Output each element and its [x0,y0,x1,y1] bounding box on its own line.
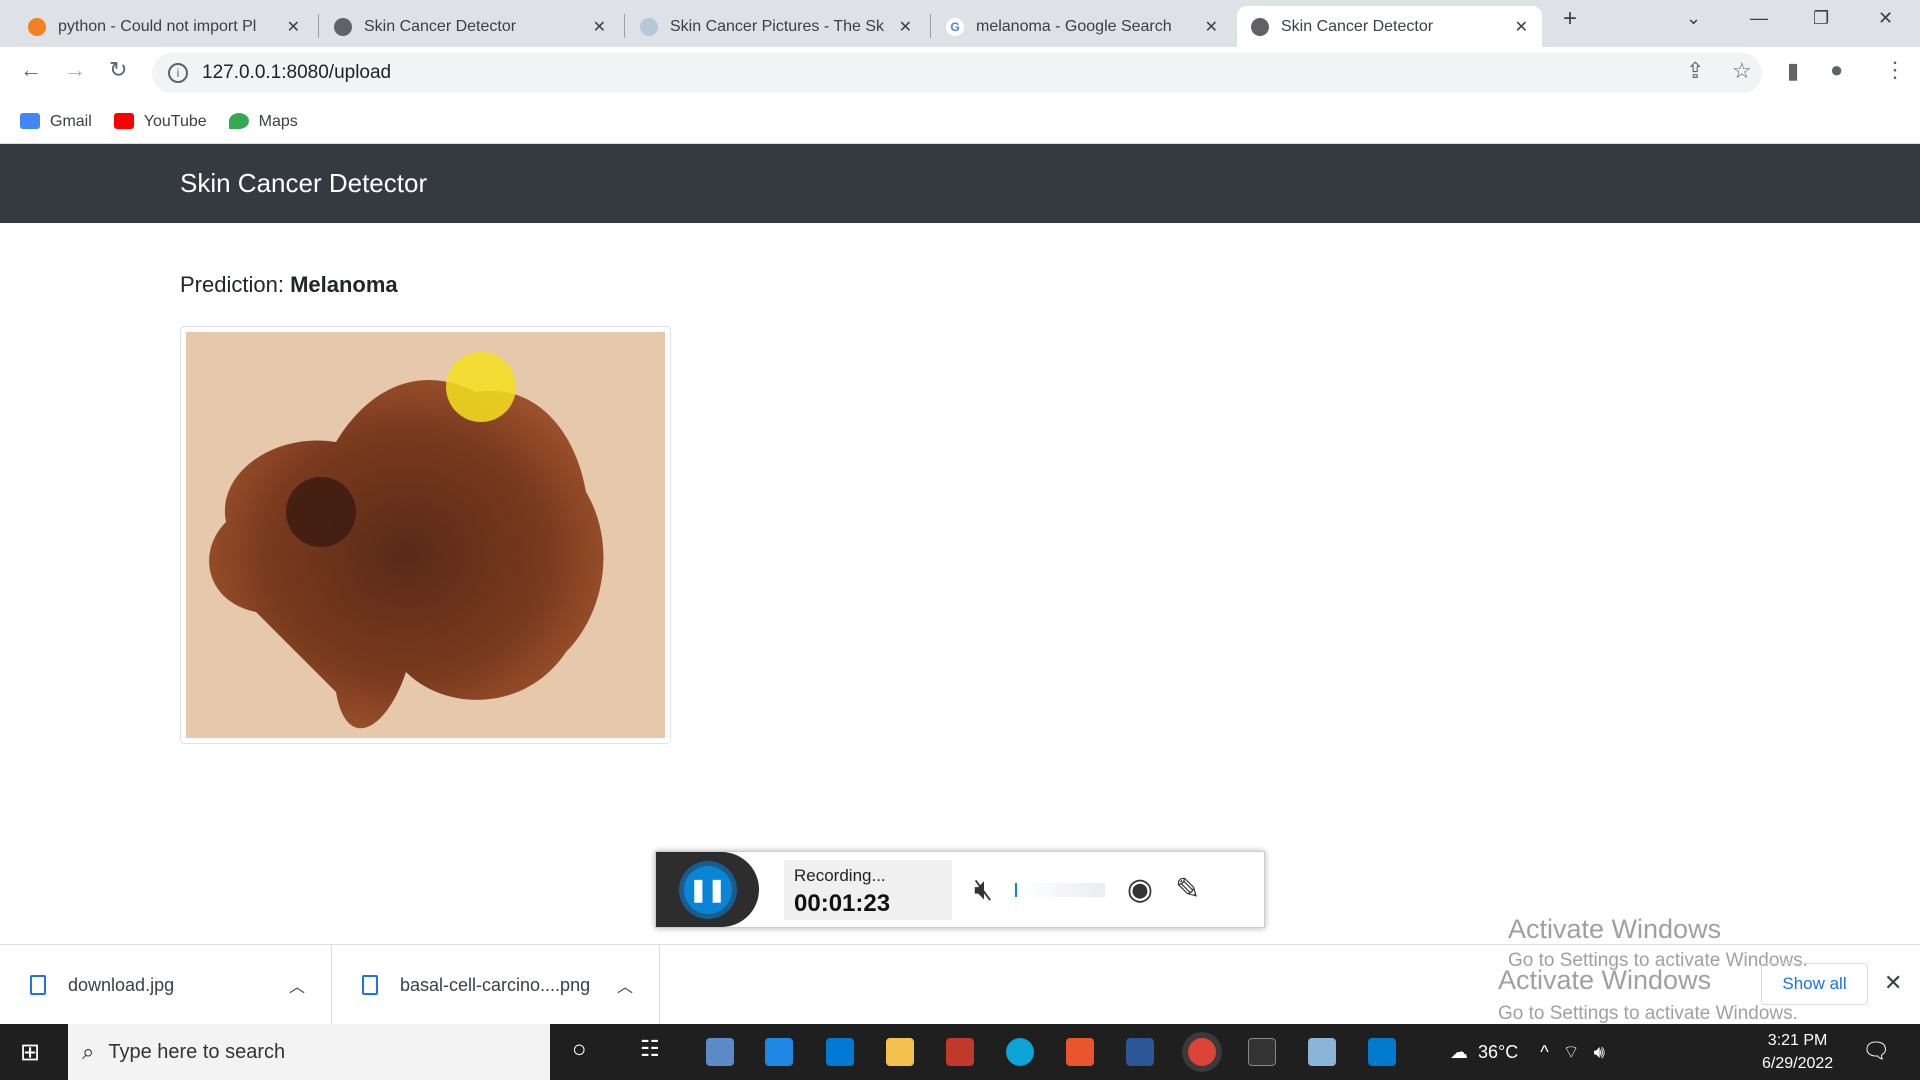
bookmark-maps[interactable]: Maps [228,113,298,131]
skin-lesion-image [186,332,665,738]
bookmark-star-icon[interactable]: ☆ [1732,58,1752,84]
app-navbar: Skin Cancer Detector [0,144,1920,223]
globe-icon [334,17,352,36]
side-panel-icon[interactable]: ▮ [1787,58,1799,84]
file-icon [30,975,46,995]
recording-status: Recording... [794,865,886,885]
volume-icon[interactable]: 🔊︎ [1594,1042,1605,1063]
maps-icon [228,113,249,130]
screen-recorder-widget: ❚❚ Recording... 00:01:23 🔇︎ ◉ ✎ [655,851,1265,928]
forward-icon[interactable]: → [64,57,86,83]
mute-audio-icon[interactable]: 🔇︎ [974,873,993,907]
tab-melanoma-search[interactable]: Gmelanoma - Google Search ✕ [932,6,1232,47]
chevron-up-icon[interactable]: ︿ [289,973,305,997]
prediction-text: Prediction: Melanoma [180,272,398,297]
pen-annotate-icon[interactable]: ✎ [1175,872,1200,907]
prediction-value: Melanoma [290,272,398,297]
profile-avatar-icon[interactable]: ● [1830,57,1843,83]
cortana-icon[interactable]: ○ [572,1036,587,1064]
search-icon: ⌕ [82,1039,95,1064]
close-icon[interactable]: ✕ [1515,17,1528,37]
app-icon[interactable] [946,1038,974,1066]
taskbar-search[interactable]: ⌕ Type here to search [68,1024,550,1080]
edge-icon[interactable] [1006,1038,1034,1066]
youtube-icon [113,113,134,130]
activate-windows-subtitle: Go to Settings to activate Windows. [1498,1003,1798,1024]
task-view-icon[interactable]: ☷ [640,1036,660,1062]
temperature[interactable]: 36°C [1478,1042,1518,1063]
pause-recording-button[interactable]: ❚❚ [678,860,737,919]
new-tab-button[interactable]: + [1563,5,1577,33]
windows-start-icon[interactable]: ⊞ [20,1038,40,1067]
close-icon[interactable]: ✕ [899,17,912,37]
google-icon: G [946,17,964,36]
volume-slider[interactable] [1014,882,1105,897]
restore-button[interactable]: ❐ [1813,8,1829,29]
terminal-icon[interactable] [1248,1038,1276,1066]
webcam-icon[interactable]: ◉ [1127,872,1153,907]
globe-icon [1251,17,1269,36]
navbar-brand[interactable]: Skin Cancer Detector [180,168,427,198]
tab-skin-cancer-detector-active[interactable]: Skin Cancer Detector ✕ [1237,6,1542,47]
back-icon[interactable]: ← [20,57,42,83]
tray-chevron-icon[interactable]: ^ [1540,1042,1548,1063]
menu-kebab-icon[interactable]: ⋮ [1884,57,1906,83]
address-bar[interactable]: i 127.0.0.1:8080/upload [152,53,1762,93]
weather-icon[interactable]: ☁ [1450,1042,1468,1063]
recording-timer: 00:01:23 [794,889,891,917]
windows-taskbar: ⊞ ⌕ Type here to search ○ ☷ ☁ 36°C ^ ⌔ 🔊︎ 3:2… [0,1024,1920,1080]
word-icon[interactable] [1126,1038,1154,1066]
tab-python[interactable]: python - Could not import Pl ✕ [14,6,314,47]
file-explorer-icon[interactable] [886,1038,914,1066]
reload-icon[interactable]: ↻ [109,57,127,83]
download-item[interactable]: download.jpg ︿ [0,945,332,1025]
close-icon[interactable]: ✕ [287,17,300,37]
vscode-icon[interactable] [1368,1038,1396,1066]
minimize-button[interactable]: — [1750,8,1768,29]
download-item[interactable]: basal-cell-carcino....png ︿ [332,945,660,1025]
close-downloads-icon[interactable]: ✕ [1884,970,1902,996]
store-icon[interactable] [826,1038,854,1066]
bookmark-youtube[interactable]: YouTube [113,113,207,131]
mail-icon[interactable] [765,1038,793,1066]
app-icon[interactable] [1308,1038,1336,1066]
tab-skin-cancer-pictures[interactable]: Skin Cancer Pictures - The Sk ✕ [626,6,926,47]
activate-windows-watermark: Activate Windows [1508,914,1722,944]
cursor-highlight [446,352,516,422]
show-all-downloads-button[interactable]: Show all [1761,963,1868,1005]
info-icon[interactable]: i [168,63,188,83]
notifications-icon[interactable]: 🗨︎ [1862,1038,1890,1064]
tab-skin-cancer-detector[interactable]: Skin Cancer Detector ✕ [320,6,620,47]
activate-windows-watermark: Activate Windows [1498,965,1712,995]
tab-strip: python - Could not import Pl ✕ Skin Cance… [0,0,1920,47]
close-window-button[interactable]: ✕ [1878,8,1893,29]
uploaded-image [180,326,671,744]
app-icon[interactable] [706,1038,734,1066]
app-icon[interactable] [1066,1038,1094,1066]
close-icon[interactable]: ✕ [593,17,606,37]
network-icon[interactable]: ⌔ [1563,1041,1580,1064]
stackoverflow-icon [28,17,46,36]
share-icon[interactable]: ⇪ [1686,58,1704,84]
chrome-icon[interactable] [1188,1038,1216,1066]
bookmarks-bar: Gmail YouTube Maps [0,100,1920,144]
tab-search-chevron-icon[interactable]: ⌄ [1686,8,1701,29]
skincancer-org-icon [640,17,658,36]
clock[interactable]: 3:21 PM 6/29/2022 [1762,1029,1833,1075]
google-icon [20,113,40,130]
bookmark-gmail[interactable]: Gmail [20,113,92,131]
chevron-up-icon[interactable]: ︿ [617,973,633,997]
file-icon [362,975,378,995]
close-icon[interactable]: ✕ [1205,17,1218,37]
toolbar: ← → ↻ i 127.0.0.1:8080/upload ⇪ ☆ ▮ ● ⋮ [0,47,1920,99]
